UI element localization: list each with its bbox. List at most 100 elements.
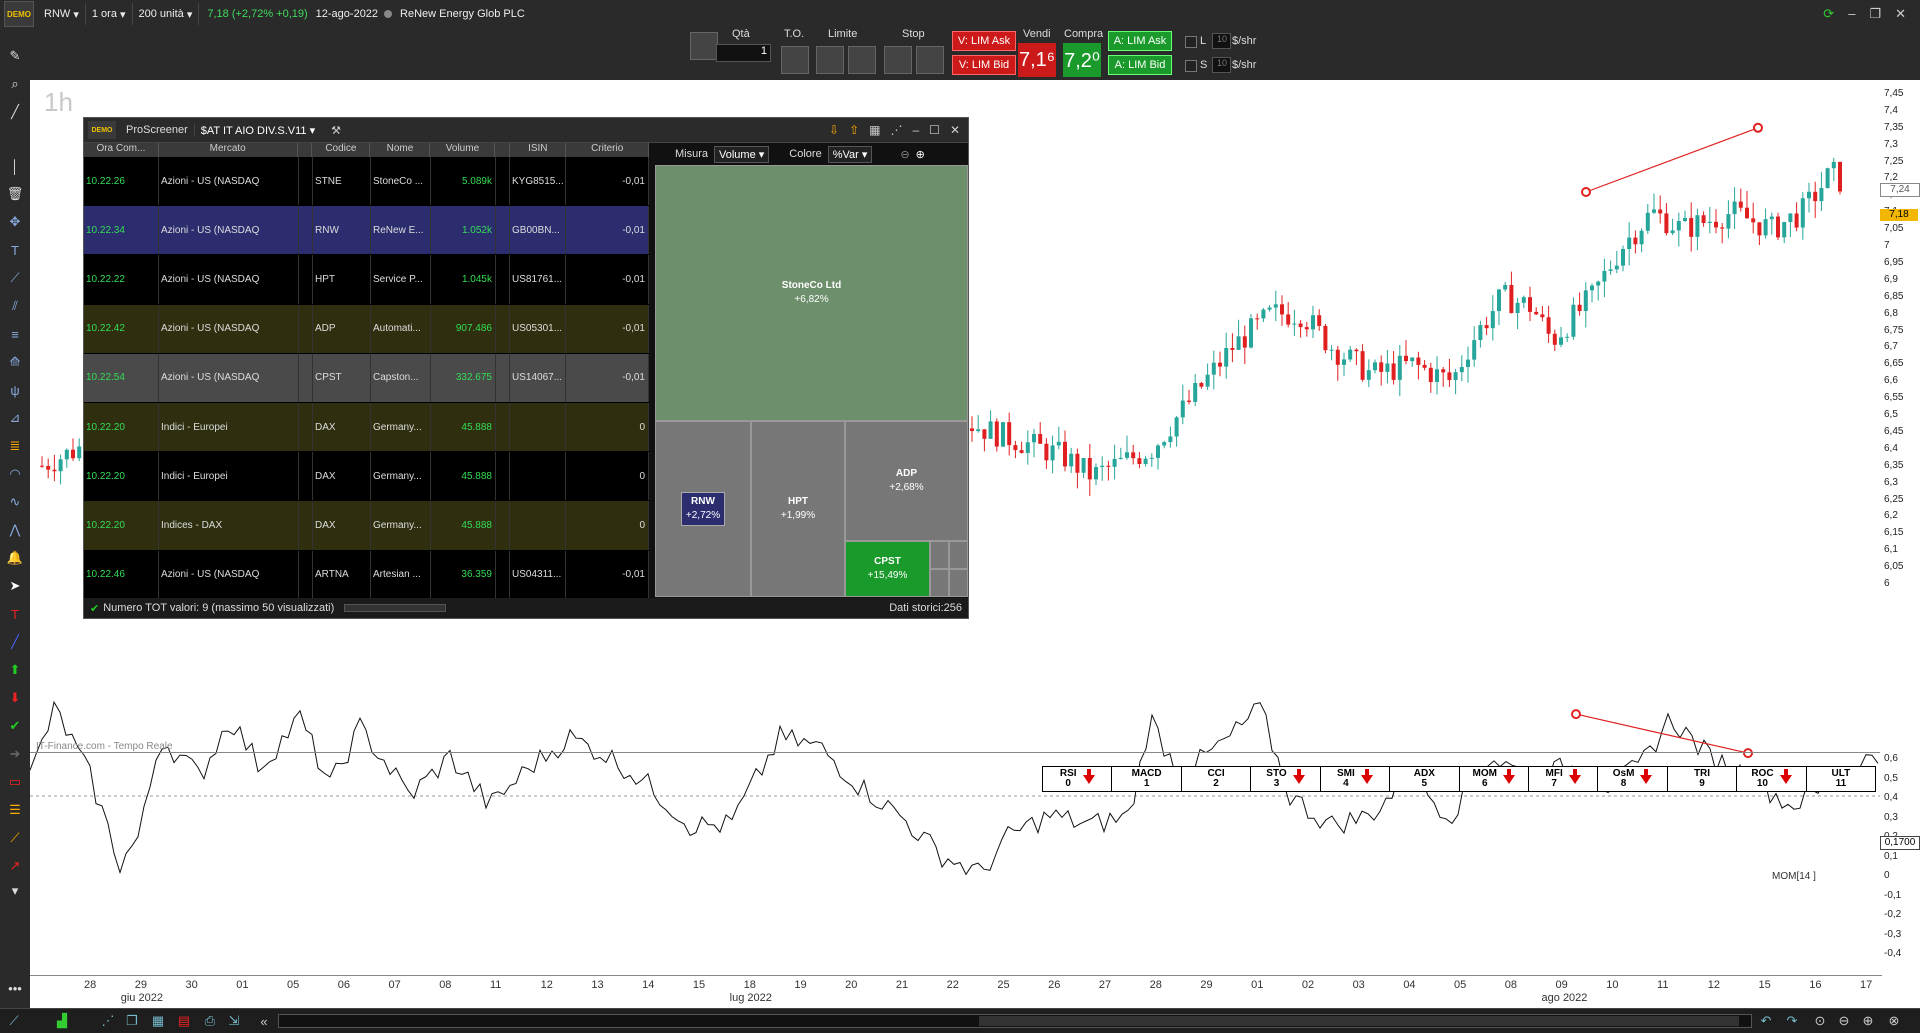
indicator-rsi[interactable]: RSI0 bbox=[1043, 767, 1112, 791]
indicator-mom[interactable]: MOM6 bbox=[1460, 767, 1529, 791]
scroll-down-icon[interactable]: ▾ bbox=[7, 883, 23, 899]
scroll-left-icon[interactable]: « bbox=[256, 1013, 272, 1029]
table-icon[interactable]: ▦ bbox=[150, 1013, 166, 1029]
indicator-mfi[interactable]: MFI7 bbox=[1529, 767, 1598, 791]
vertical-line-icon[interactable]: │ bbox=[7, 158, 23, 174]
zoom-out-icon[interactable]: ⊖ bbox=[1836, 1013, 1852, 1029]
wrench-icon[interactable]: ⚒ bbox=[331, 124, 341, 137]
l-checkbox[interactable] bbox=[1185, 36, 1197, 48]
sell-lim-bid-button[interactable]: V: LIM Bid bbox=[952, 55, 1016, 75]
buy-lim-bid-button[interactable]: A: LIM Bid bbox=[1108, 55, 1172, 75]
limit-sell-icon[interactable] bbox=[848, 46, 876, 74]
measure-select[interactable]: Volume ▾ bbox=[714, 146, 769, 163]
pencil-icon[interactable]: ✎ bbox=[7, 48, 23, 64]
table-row[interactable]: 10.22.22Azioni - US (NASDAQHPTService P.… bbox=[84, 255, 649, 303]
treemap-cell-small[interactable] bbox=[930, 569, 949, 597]
indicator-macd[interactable]: MACD1 bbox=[1112, 767, 1181, 791]
scale-icon[interactable]: ⇲ bbox=[226, 1013, 242, 1029]
ruler-icon[interactable]: ▭ bbox=[7, 774, 23, 790]
s-checkbox[interactable] bbox=[1185, 60, 1197, 72]
treemap-cell-small[interactable] bbox=[930, 541, 949, 569]
minimize-icon[interactable]: – bbox=[912, 123, 919, 137]
horizontal-scrollbar[interactable] bbox=[278, 1014, 1752, 1028]
indicator-adx[interactable]: ADX5 bbox=[1390, 767, 1459, 791]
pitchfork-icon[interactable]: ψ bbox=[7, 382, 23, 398]
text-red-icon[interactable]: T bbox=[7, 606, 23, 622]
column-header[interactable]: Volume bbox=[430, 143, 495, 157]
to-icon[interactable] bbox=[781, 46, 809, 74]
treemap-cell[interactable]: HPT+1,99% bbox=[751, 421, 845, 597]
arrow-up-icon[interactable]: ⬆ bbox=[7, 662, 23, 678]
timeframe-selector[interactable]: 1 ora ▾ bbox=[86, 3, 133, 25]
column-header[interactable] bbox=[495, 143, 510, 157]
column-header[interactable] bbox=[298, 143, 313, 157]
time-axis[interactable]: 2829300105060708111213141518192021222526… bbox=[30, 975, 1882, 1006]
window-icon[interactable]: ❐ bbox=[124, 1013, 140, 1029]
table-row[interactable]: 10.22.20Indici - EuropeiDAXGermany...45.… bbox=[84, 403, 649, 451]
column-header[interactable]: Codice bbox=[312, 143, 370, 157]
move-icon[interactable]: ✥ bbox=[7, 214, 23, 230]
table-row[interactable]: 10.22.42Azioni - US (NASDAQADPAutomati..… bbox=[84, 305, 649, 353]
treemap-cell[interactable]: StoneCo Ltd+6,82% bbox=[655, 165, 968, 421]
layout-icon[interactable]: ▦ bbox=[869, 123, 880, 137]
print-icon[interactable]: ⎙ bbox=[202, 1013, 218, 1029]
limit-buy-icon[interactable] bbox=[816, 46, 844, 74]
sell-price-button[interactable]: 7,1⁶ bbox=[1018, 43, 1056, 77]
stop-sell-icon[interactable] bbox=[916, 46, 944, 74]
undo-icon[interactable]: ↶ bbox=[1758, 1013, 1774, 1029]
zoom-reset-icon[interactable]: ⊗ bbox=[1886, 1013, 1902, 1029]
sell-lim-ask-button[interactable]: V: LIM Ask bbox=[952, 31, 1016, 51]
indicator-icon[interactable]: ⟋ bbox=[7, 830, 23, 846]
zoom-in-icon[interactable]: ⊕ bbox=[916, 148, 925, 161]
ray-icon[interactable]: ╱ bbox=[7, 634, 23, 650]
download-icon[interactable]: ⇩ bbox=[829, 123, 839, 137]
arrow-down-icon[interactable]: ⬇ bbox=[7, 690, 23, 706]
column-header[interactable]: Ora Com... bbox=[84, 143, 159, 157]
zoom-in-icon[interactable]: ⊕ bbox=[1860, 1013, 1876, 1029]
fib-levels-icon[interactable]: ≣ bbox=[7, 438, 23, 454]
table-row[interactable]: 10.22.34Azioni - US (NASDAQRNWReNew E...… bbox=[84, 206, 649, 254]
indicator-roc[interactable]: ROC10 bbox=[1737, 767, 1806, 791]
channel-icon[interactable]: ⫽ bbox=[7, 298, 23, 314]
qty-input[interactable]: 1 bbox=[716, 44, 771, 62]
indicator-osm[interactable]: OsM8 bbox=[1598, 767, 1667, 791]
gann-icon[interactable]: ⊿ bbox=[7, 410, 23, 426]
panel-separator[interactable] bbox=[30, 752, 1882, 753]
s-input[interactable]: 10 bbox=[1212, 57, 1231, 73]
buy-lim-ask-button[interactable]: A: LIM Ask bbox=[1108, 31, 1172, 51]
proscreener-titlebar[interactable]: DEMO ProScreener $AT IT AIO DIV.S.V11 ▾ … bbox=[84, 118, 968, 143]
stop-buy-icon[interactable] bbox=[884, 46, 912, 74]
indicator-smi[interactable]: SMI4 bbox=[1321, 767, 1390, 791]
treemap-cell[interactable]: ADP+2,68% bbox=[845, 421, 968, 541]
units-selector[interactable]: 200 unità ▾ bbox=[133, 3, 200, 25]
column-header[interactable]: Mercato bbox=[159, 143, 298, 157]
buy-price-button[interactable]: 7,2⁰ bbox=[1063, 43, 1101, 77]
zoom-icon[interactable]: ⌕ bbox=[7, 76, 23, 92]
fibonacci-icon[interactable]: ≡ bbox=[7, 326, 23, 342]
chart-type-icon[interactable]: ▟ bbox=[54, 1013, 70, 1029]
more-icon[interactable]: ••• bbox=[7, 980, 23, 996]
table-row[interactable]: 10.22.46Azioni - US (NASDAQARTNAArtesian… bbox=[84, 551, 649, 599]
fib-arc-icon[interactable]: ◠ bbox=[7, 466, 23, 482]
wave-icon[interactable]: ∿ bbox=[7, 494, 23, 510]
pattern-icon[interactable]: ⋀ bbox=[7, 522, 23, 538]
minimize-icon[interactable]: – bbox=[1848, 6, 1855, 22]
arrow-right-icon[interactable]: ➜ bbox=[7, 746, 23, 762]
red-arrow-icon[interactable]: ↗ bbox=[7, 858, 23, 874]
column-header[interactable]: ISIN bbox=[510, 143, 566, 157]
table-row[interactable]: 10.22.20Indici - EuropeiDAXGermany...45.… bbox=[84, 452, 649, 500]
pointer-icon[interactable]: ➤ bbox=[7, 578, 23, 594]
treemap-cell[interactable]: CPST+15,49% bbox=[845, 541, 930, 597]
trash-icon[interactable]: 🗑 bbox=[7, 186, 23, 202]
indicator-sto[interactable]: STO3 bbox=[1251, 767, 1320, 791]
price-axis[interactable]: 7,457,47,357,37,257,27,157,17,0576,956,9… bbox=[1880, 80, 1920, 1030]
table-row[interactable]: 10.22.26Azioni - US (NASDAQSTNEStoneCo .… bbox=[84, 157, 649, 205]
indicator-tri[interactable]: TRI9 bbox=[1668, 767, 1737, 791]
colors-icon[interactable]: ▤ bbox=[176, 1013, 192, 1029]
redo-icon[interactable]: ↷ bbox=[1784, 1013, 1800, 1029]
line-tool-icon[interactable]: ╱ bbox=[7, 104, 23, 120]
alarm-icon[interactable]: 🔔 bbox=[7, 550, 23, 566]
symbol-selector[interactable]: RNW ▾ bbox=[38, 3, 86, 25]
maximize-icon[interactable]: ☐ bbox=[929, 123, 940, 137]
check-icon[interactable]: ✔ bbox=[7, 718, 23, 734]
